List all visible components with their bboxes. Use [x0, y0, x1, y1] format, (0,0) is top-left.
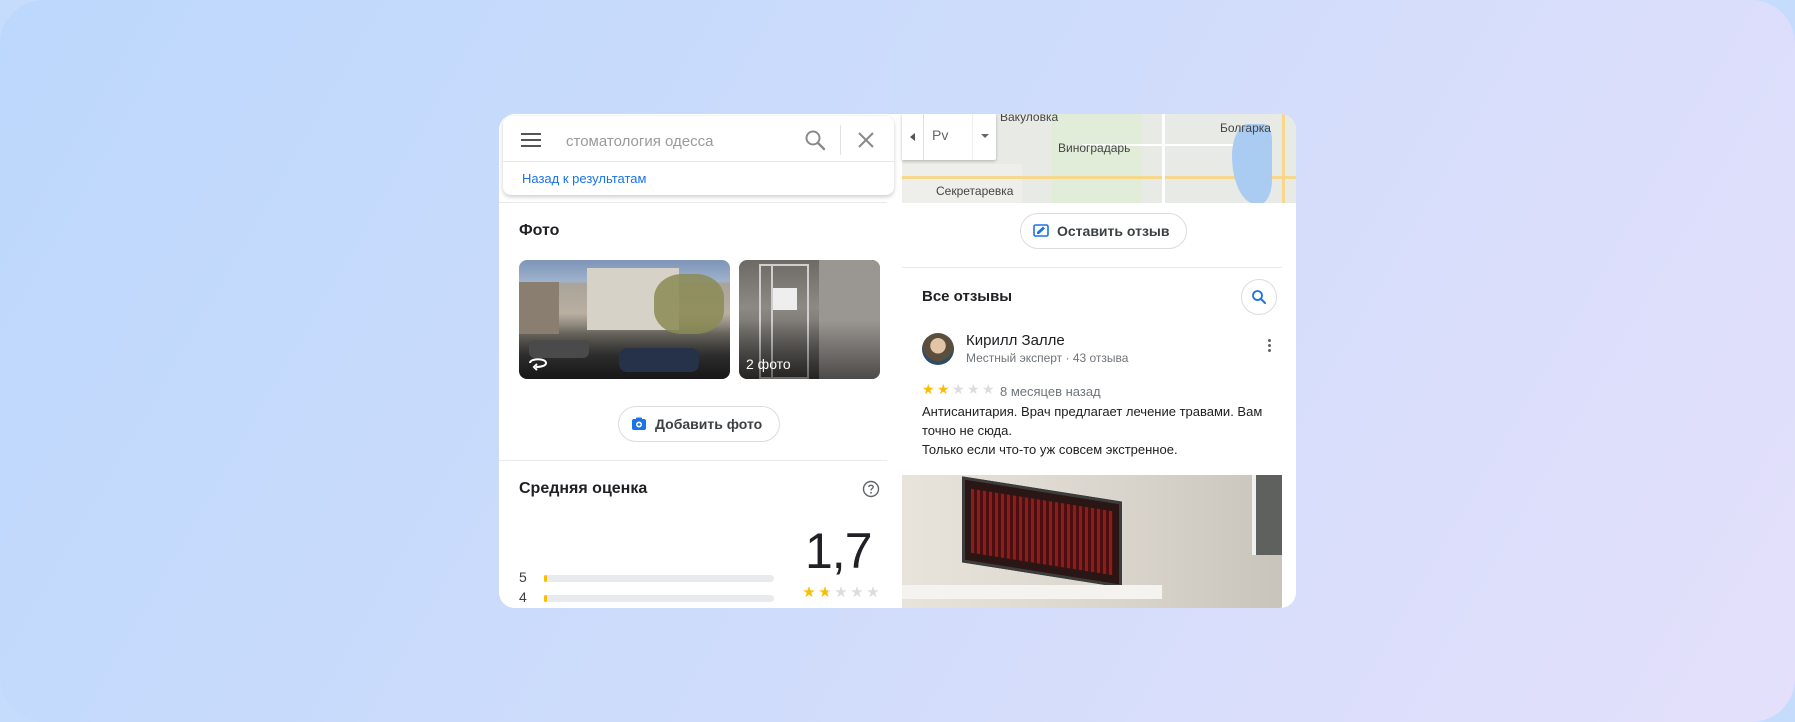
map-label: Секретаревка	[936, 184, 1014, 198]
rating-row-label: 5	[519, 569, 527, 585]
search-reviews-button[interactable]	[1241, 279, 1277, 315]
photo-count-caption: 2 фото	[746, 356, 791, 372]
reviews-pane[interactable]: Вакуловка Болгарка Виноградарь Секретаре…	[902, 114, 1296, 608]
search-input[interactable]	[566, 128, 796, 154]
photos-thumbnail[interactable]: 2 фото	[739, 260, 880, 379]
search-divider	[840, 125, 841, 155]
reviewer-meta: Местный эксперт · 43 отзыва	[966, 351, 1129, 365]
map-label: Болгарка	[1220, 121, 1271, 135]
rating-row: 4	[519, 588, 779, 605]
write-review-label: Оставить отзыв	[1057, 223, 1170, 239]
route-dropdown-icon[interactable]	[972, 114, 996, 160]
star-icon: ★	[937, 381, 950, 397]
background: Назад к результатам Фото 2 фото	[0, 0, 1795, 722]
rating-row: 5	[519, 569, 779, 585]
star-icon: ★	[850, 584, 864, 601]
star-icon: ★	[922, 381, 935, 397]
map-label: Виноградарь	[1058, 141, 1131, 155]
map-controls: Рv	[902, 114, 996, 160]
star-icon: ★	[952, 381, 965, 397]
average-stars: ★ ★ ★ ★ ★	[801, 583, 881, 601]
close-icon[interactable]	[854, 128, 878, 152]
review-photo[interactable]	[902, 475, 1282, 608]
search-separator	[503, 161, 894, 162]
map-label: Вакуловка	[1000, 114, 1059, 124]
review-text-line: Антисанитария. Врач предлагает лечение т…	[922, 404, 1263, 438]
star-icon: ★	[967, 381, 980, 397]
average-rating-heading: Средняя оценка	[519, 480, 648, 497]
section-divider	[499, 460, 887, 461]
rating-bar-track	[544, 594, 774, 602]
star-icon: ★	[818, 584, 832, 601]
star-icon: ★	[834, 584, 848, 601]
rating-bar-fill	[544, 594, 547, 602]
photos-heading: Фото	[519, 222, 560, 239]
review-text-line: Только если что-то уж совсем экстренное.	[922, 442, 1178, 457]
reviewer-name[interactable]: Кирилл Залле	[966, 332, 1065, 349]
street-view-icon	[529, 358, 548, 371]
star-icon: ★	[802, 584, 816, 601]
maps-panel: Назад к результатам Фото 2 фото	[499, 114, 1296, 608]
camera-icon	[632, 417, 646, 430]
place-details-pane[interactable]: Назад к результатам Фото 2 фото	[499, 114, 894, 608]
add-photo-label: Добавить фото	[655, 416, 763, 432]
star-icon: ★	[982, 381, 995, 397]
section-divider	[902, 267, 1282, 268]
rating-row-label: 4	[519, 588, 527, 605]
search-box: Назад к результатам	[503, 116, 894, 195]
avatar[interactable]	[922, 333, 954, 365]
route-button[interactable]: Рv	[932, 127, 948, 143]
section-divider	[499, 202, 887, 203]
rating-bar-fill	[544, 575, 547, 582]
review-text: Антисанитария. Врач предлагает лечение т…	[922, 402, 1282, 459]
review-time: 8 месяцев назад	[1000, 384, 1101, 399]
more-options-icon[interactable]	[1268, 339, 1274, 357]
add-photo-button[interactable]: Добавить фото	[618, 406, 780, 442]
all-reviews-heading: Все отзывы	[922, 288, 1013, 305]
star-icon: ★	[866, 584, 880, 601]
average-score: 1,7	[805, 523, 873, 579]
street-view-photo[interactable]	[519, 260, 730, 379]
back-to-results-link[interactable]: Назад к результатам	[522, 171, 646, 186]
hamburger-menu-icon[interactable]	[520, 130, 542, 152]
search-icon	[1252, 290, 1266, 304]
help-icon[interactable]	[862, 480, 880, 498]
collapse-panel-button[interactable]	[902, 114, 924, 160]
write-review-button[interactable]: Оставить отзыв	[1020, 213, 1187, 249]
rating-bar-track	[544, 575, 774, 582]
search-icon[interactable]	[803, 128, 827, 152]
review-stars: ★ ★ ★ ★ ★	[922, 381, 997, 398]
edit-review-icon	[1033, 224, 1049, 237]
